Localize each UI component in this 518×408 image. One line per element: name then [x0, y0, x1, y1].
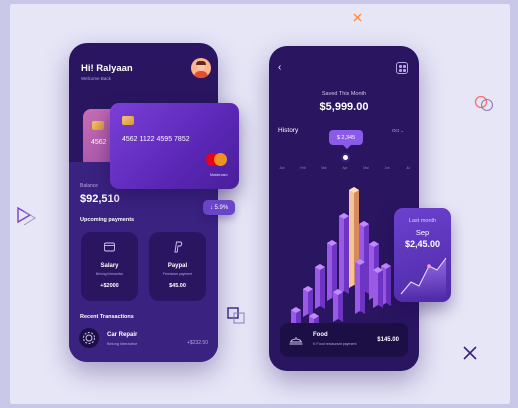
chart-bar: [333, 289, 343, 322]
saved-label: Saved This Month: [321, 91, 367, 97]
chart-tooltip: $ 2,345: [329, 130, 363, 145]
month-label: Jan: [279, 166, 285, 170]
payment-description: Freelance payment: [162, 272, 193, 276]
payment-name: Paypal: [167, 263, 188, 269]
payment-amount: +$2000: [100, 283, 119, 289]
card-chip-icon: [122, 116, 134, 125]
card-brand-label: Mastercard: [210, 173, 228, 177]
chart-selected-dot[interactable]: [341, 153, 350, 162]
recent-transactions-title: Recent Transactions: [80, 314, 134, 320]
history-period-select[interactable]: Oct ⌄: [392, 128, 404, 134]
month-label: Jul: [405, 166, 411, 170]
last-month-label: Last month: [408, 218, 437, 224]
mastercard-logo-icon: [206, 153, 228, 166]
chart-bar: [303, 286, 313, 317]
payment-amount: $45.00: [169, 283, 186, 289]
saved-value: $5,999.00: [319, 101, 369, 113]
food-icon: [289, 337, 303, 345]
payment-name: Salary: [100, 263, 119, 269]
card-chip-icon: [92, 121, 104, 130]
welcome-subtitle: Welcome Back: [81, 76, 111, 81]
dashboard-phone: Hi! Ralyaan Welcome Back 4562 Balance $9…: [69, 43, 218, 362]
food-transaction-card[interactable]: Food K Food restaurant payment $145.00: [280, 323, 408, 357]
food-name: Food: [313, 332, 328, 338]
last-month-name: Sep: [415, 228, 430, 237]
last-month-value: $2,45.00: [404, 239, 441, 249]
chart-bar: [339, 213, 349, 294]
payment-card-salary[interactable]: Salary Belong Interactive +$2000: [81, 232, 138, 301]
history-title: History: [278, 127, 299, 134]
chart-bar: [315, 264, 325, 309]
last-month-card[interactable]: Last month Sep $2,45.00: [394, 208, 451, 302]
balance-panel: Balance $92,510 Upcoming payments Salary…: [69, 162, 218, 362]
squares-decoration-icon: [227, 307, 245, 324]
x-decoration-icon: [463, 346, 477, 360]
credit-card-front[interactable]: 4562 1122 4595 7852 Mastercard: [110, 103, 239, 189]
back-chevron-icon[interactable]: ‹: [278, 62, 281, 73]
card-number: 4562 1122 4595 7852: [122, 136, 190, 143]
balance-label: Balance: [80, 183, 99, 189]
month-label: Feb: [300, 166, 306, 170]
balance-change-badge: ↓ 5.9%: [203, 200, 235, 215]
play-decoration-icon: [17, 206, 36, 226]
paypal-icon: [174, 241, 183, 253]
circles-decoration-icon: [474, 95, 494, 112]
last-month-sparkline: [400, 257, 447, 298]
wallet-icon: [104, 242, 115, 252]
transaction-amount: +$232.50: [187, 340, 208, 346]
cross-decoration-icon: [353, 13, 362, 22]
card-back-number: 4562: [91, 139, 107, 146]
balance-value: $92,510: [80, 193, 120, 205]
transaction-icon-wrap: [79, 328, 99, 348]
avatar[interactable]: [191, 58, 211, 78]
savings-phone: ‹ Saved This Month $5,999.00 History Oct…: [269, 46, 419, 371]
month-label: Mal: [363, 166, 369, 170]
food-amount: $145.00: [377, 337, 399, 343]
history-period-label: Oct: [392, 128, 400, 133]
month-label: Apr: [342, 166, 348, 170]
month-label: Mar: [321, 166, 327, 170]
tooltip-pointer: [343, 145, 351, 149]
transaction-name: Car Repair: [107, 332, 138, 338]
month-label: Jun: [384, 166, 390, 170]
gear-icon: [83, 332, 95, 344]
transaction-description: Belong Interactive: [107, 342, 138, 346]
chart-bar: [373, 267, 383, 308]
grid-menu-icon[interactable]: [396, 62, 408, 74]
chevron-down-icon: ⌄: [400, 128, 405, 133]
food-description: K Food restaurant payment: [313, 342, 357, 346]
greeting: Hi! Ralyaan: [81, 63, 133, 74]
upcoming-payments-title: Upcoming payments: [80, 217, 135, 223]
chart-bar: [355, 259, 365, 314]
payment-description: Belong Interactive: [95, 272, 124, 276]
payment-card-paypal[interactable]: Paypal Freelance payment $45.00: [149, 232, 206, 301]
month-axis: Jan Feb Mar Apr Mal Jun Jul: [269, 166, 419, 174]
